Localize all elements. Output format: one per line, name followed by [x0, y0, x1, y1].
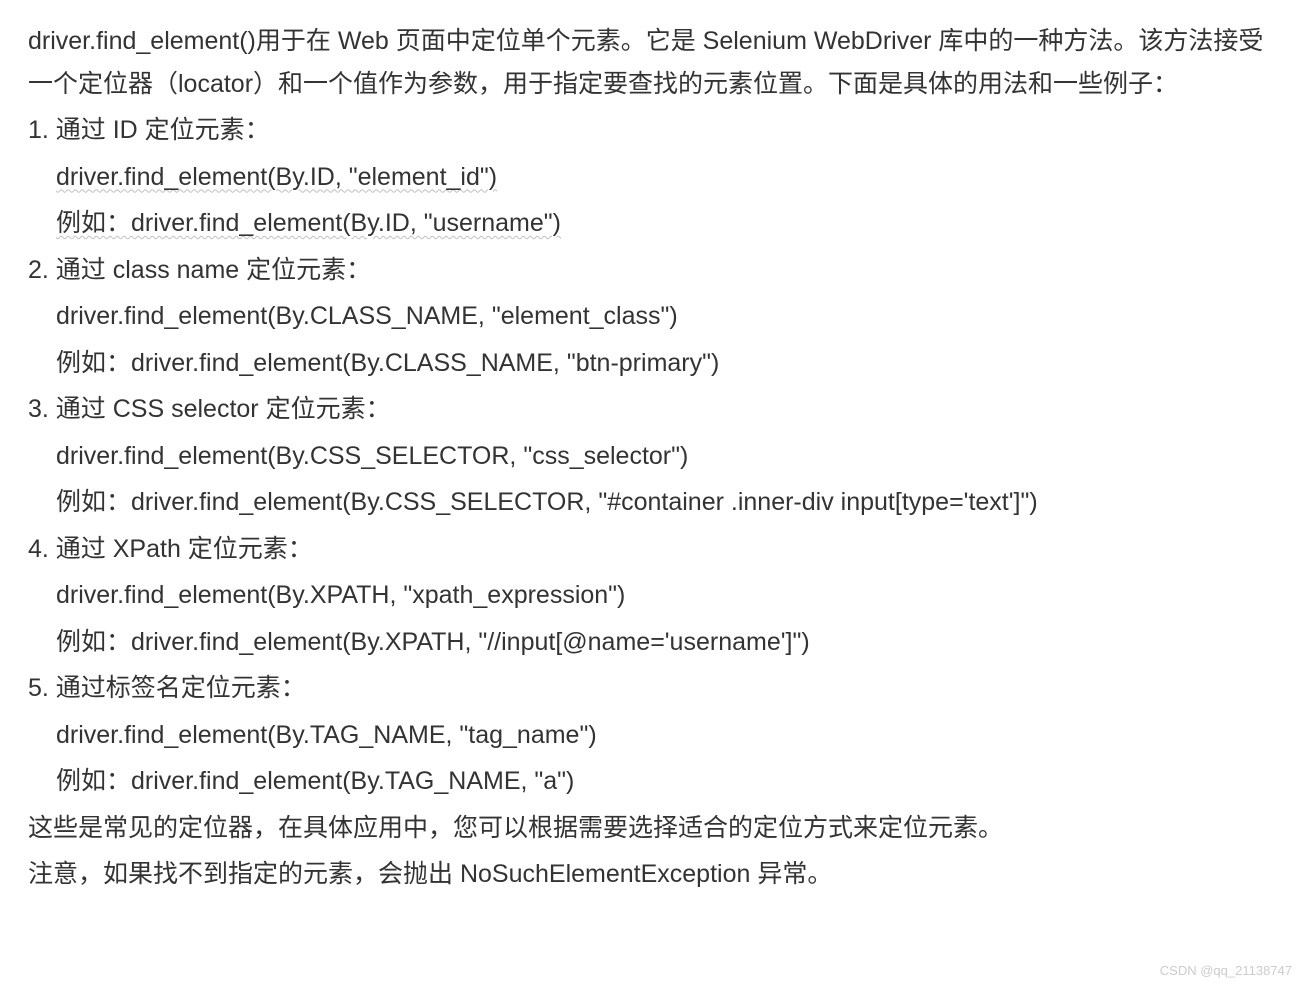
section-heading-4: 4. 通过 XPath 定位元素： — [28, 528, 1280, 571]
example-line-4: 例如：driver.find_element(By.XPATH, "//inpu… — [28, 621, 1280, 664]
code-line-4: driver.find_element(By.XPATH, "xpath_exp… — [28, 574, 1280, 617]
example-line-2: 例如：driver.find_element(By.CLASS_NAME, "b… — [28, 342, 1280, 385]
code-line-3: driver.find_element(By.CSS_SELECTOR, "cs… — [28, 435, 1280, 478]
section-heading-5: 5. 通过标签名定位元素： — [28, 667, 1280, 710]
outro-paragraph-1: 这些是常见的定位器，在具体应用中，您可以根据需要选择适合的定位方式来定位元素。 — [28, 807, 1280, 850]
example-line-3: 例如：driver.find_element(By.CSS_SELECTOR, … — [28, 481, 1280, 524]
section-heading-2: 2. 通过 class name 定位元素： — [28, 249, 1280, 292]
intro-paragraph: driver.find_element()用于在 Web 页面中定位单个元素。它… — [28, 20, 1280, 105]
example-line-5: 例如：driver.find_element(By.TAG_NAME, "a") — [28, 760, 1280, 803]
outro-paragraph-2: 注意，如果找不到指定的元素，会抛出 NoSuchElementException… — [28, 853, 1280, 896]
example-line-1: 例如：driver.find_element(By.ID, "username"… — [28, 202, 1280, 245]
watermark: CSDN @qq_21138747 — [1160, 963, 1292, 978]
section-heading-3: 3. 通过 CSS selector 定位元素： — [28, 388, 1280, 431]
code-line-2: driver.find_element(By.CLASS_NAME, "elem… — [28, 295, 1280, 338]
code-line-1: driver.find_element(By.ID, "element_id") — [28, 156, 1280, 199]
code-line-5: driver.find_element(By.TAG_NAME, "tag_na… — [28, 714, 1280, 757]
section-heading-1: 1. 通过 ID 定位元素： — [28, 109, 1280, 152]
